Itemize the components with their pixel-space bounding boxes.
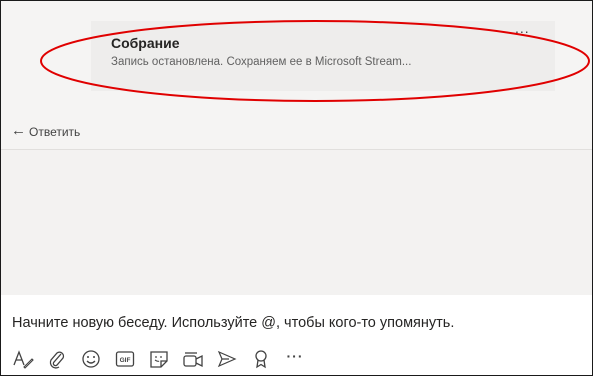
format-icon[interactable] (11, 347, 35, 371)
reply-button[interactable]: ← Ответить (1, 121, 592, 150)
conversation-empty-area (1, 150, 592, 295)
sticker-icon[interactable] (147, 347, 171, 371)
new-conversation-input[interactable] (12, 312, 587, 334)
reply-label: Ответить (29, 125, 81, 139)
gif-icon[interactable]: GIF (113, 347, 137, 371)
compose-toolbar: GIF ··· (11, 347, 317, 371)
more-options-icon[interactable]: ··· (283, 344, 307, 368)
gif-label: GIF (120, 357, 131, 364)
reply-arrow-icon: ← (11, 122, 26, 139)
teams-chat-panel: Собрание Запись остановлена. Сохраняем е… (0, 0, 593, 376)
praise-icon[interactable] (249, 347, 273, 371)
send-icon[interactable] (215, 347, 239, 371)
attach-icon[interactable] (45, 347, 69, 371)
meet-now-icon[interactable] (181, 347, 205, 371)
emoji-icon[interactable] (79, 347, 103, 371)
compose-box: GIF (1, 295, 592, 375)
message-area: Собрание Запись остановлена. Сохраняем е… (1, 1, 592, 150)
red-annotation-ellipse (40, 20, 590, 102)
